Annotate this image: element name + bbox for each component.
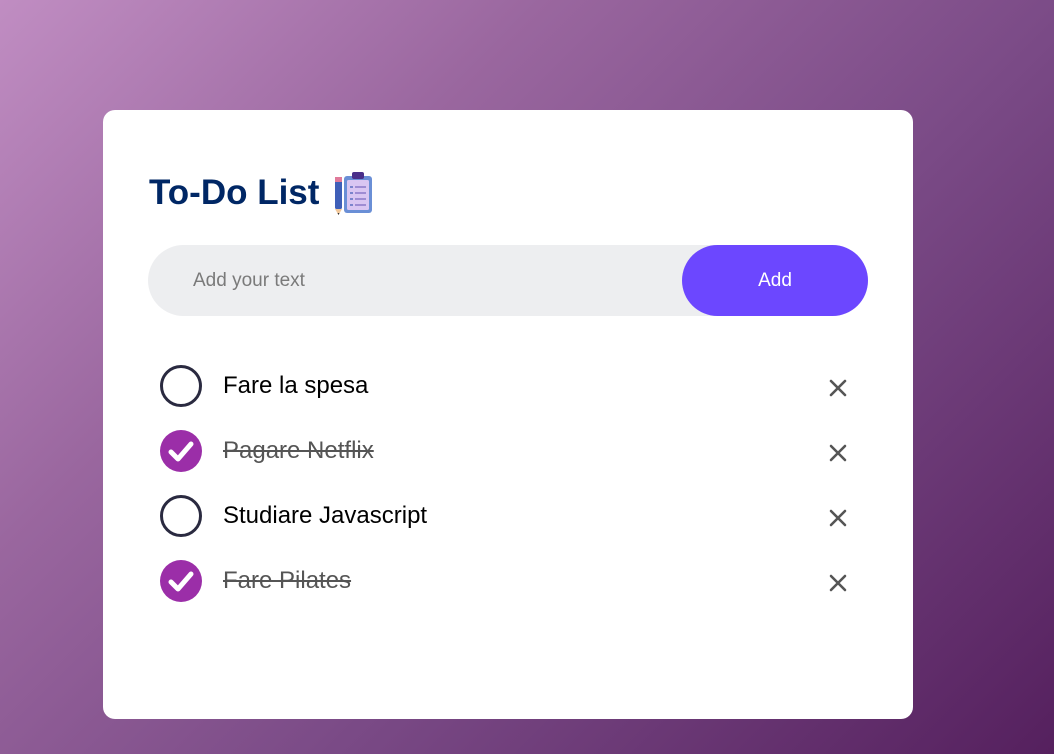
- header: To-Do List: [149, 170, 374, 216]
- close-icon[interactable]: [826, 506, 850, 530]
- close-icon[interactable]: [826, 441, 850, 465]
- task-checkbox[interactable]: [160, 560, 202, 602]
- task-text: Fare la spesa: [223, 372, 369, 399]
- clipboard-icon: [335, 172, 373, 215]
- task-item[interactable]: Fare la spesa: [160, 355, 860, 420]
- task-checkbox[interactable]: [160, 365, 202, 407]
- task-checkbox[interactable]: [160, 495, 202, 537]
- task-item[interactable]: Fare Pilates: [160, 550, 860, 615]
- todo-card: To-Do List Add Fare la spesa: [103, 110, 913, 719]
- check-icon: [168, 571, 194, 592]
- task-item[interactable]: Pagare Netflix: [160, 420, 860, 485]
- task-item[interactable]: Studiare Javascript: [160, 485, 860, 550]
- close-icon[interactable]: [826, 571, 850, 595]
- add-task-row: Add: [148, 245, 868, 316]
- task-checkbox[interactable]: [160, 430, 202, 472]
- page-title: To-Do List: [149, 173, 320, 212]
- task-text: Pagare Netflix: [223, 437, 374, 464]
- add-button[interactable]: Add: [682, 245, 868, 316]
- close-icon[interactable]: [826, 376, 850, 400]
- task-text: Studiare Javascript: [223, 502, 428, 529]
- task-input[interactable]: [193, 245, 663, 316]
- task-list: Fare la spesa Pagare Netflix Studiare Ja…: [160, 355, 860, 615]
- task-text: Fare Pilates: [223, 567, 352, 594]
- check-icon: [168, 441, 194, 462]
